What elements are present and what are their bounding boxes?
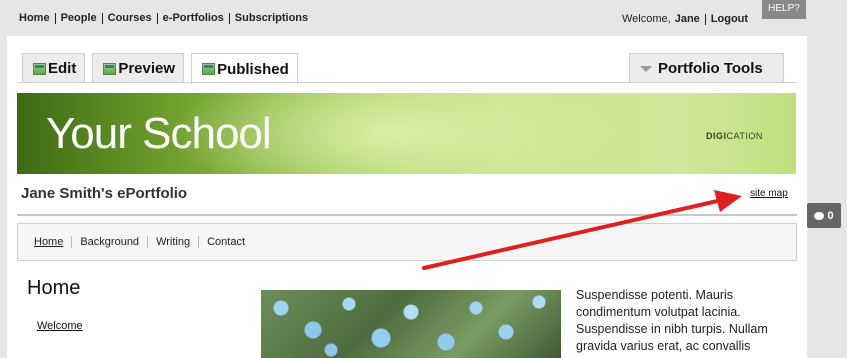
- sidebar-welcome-link[interactable]: Welcome: [37, 320, 83, 332]
- page-heading: Home: [27, 277, 81, 299]
- body-text: Suspendisse potenti. Mauris condimentum …: [576, 288, 768, 353]
- caret-down-icon: [640, 65, 652, 72]
- digication-logo: DIGICATION: [706, 131, 763, 141]
- portfolio-title: Jane Smith's ePortfolio: [21, 185, 188, 202]
- tab-label: Published: [217, 60, 289, 78]
- flowers-image: [261, 290, 561, 358]
- topnav-subscriptions-link[interactable]: Subscriptions: [228, 13, 313, 24]
- welcome-area: Welcome, Jane Logout: [622, 13, 748, 25]
- comments-count: 0: [827, 209, 834, 222]
- published-icon: [202, 63, 216, 75]
- tab-preview[interactable]: Preview: [92, 53, 185, 83]
- tab-label: Preview: [118, 60, 176, 77]
- help-button[interactable]: HELP?: [762, 0, 806, 19]
- site-map-link[interactable]: site map: [750, 188, 788, 199]
- school-name: Your School: [46, 109, 272, 158]
- logout-link[interactable]: Logout: [704, 13, 748, 25]
- comments-button[interactable]: 0: [807, 203, 841, 228]
- portfolio-tools-button[interactable]: Portfolio Tools: [629, 53, 784, 83]
- tab-edit[interactable]: Edit: [22, 53, 86, 83]
- tab-divider: [17, 82, 797, 83]
- user-name[interactable]: Jane: [675, 13, 700, 25]
- school-banner: Your School DIGICATION: [17, 93, 796, 174]
- nav-item-contact[interactable]: Contact: [198, 236, 253, 248]
- preview-icon: [103, 62, 117, 75]
- edit-icon: [33, 62, 46, 75]
- mode-tabs: Edit Preview Published: [22, 53, 305, 84]
- topnav-eportfolios-link[interactable]: e-Portfolios: [156, 13, 229, 24]
- nav-item-writing[interactable]: Writing: [147, 236, 198, 248]
- tab-label: Edit: [48, 60, 77, 77]
- welcome-text: Welcome,: [622, 13, 671, 25]
- nav-item-background[interactable]: Background: [71, 236, 147, 248]
- portfolio-tools-label: Portfolio Tools: [658, 60, 763, 77]
- nav-item-home[interactable]: Home: [34, 236, 71, 248]
- comment-icon: [814, 211, 825, 220]
- top-bar: Home People Courses e-Portfolios Subscri…: [0, 0, 847, 36]
- topnav-courses-link[interactable]: Courses: [101, 13, 157, 24]
- topnav-people-link[interactable]: People: [54, 13, 102, 24]
- tab-published[interactable]: Published: [191, 53, 298, 84]
- topnav-home-link[interactable]: Home: [19, 13, 55, 24]
- top-nav: Home People Courses e-Portfolios Subscri…: [19, 13, 313, 24]
- portfolio-nav: Home Background Writing Contact: [17, 223, 797, 261]
- title-divider: [17, 214, 797, 216]
